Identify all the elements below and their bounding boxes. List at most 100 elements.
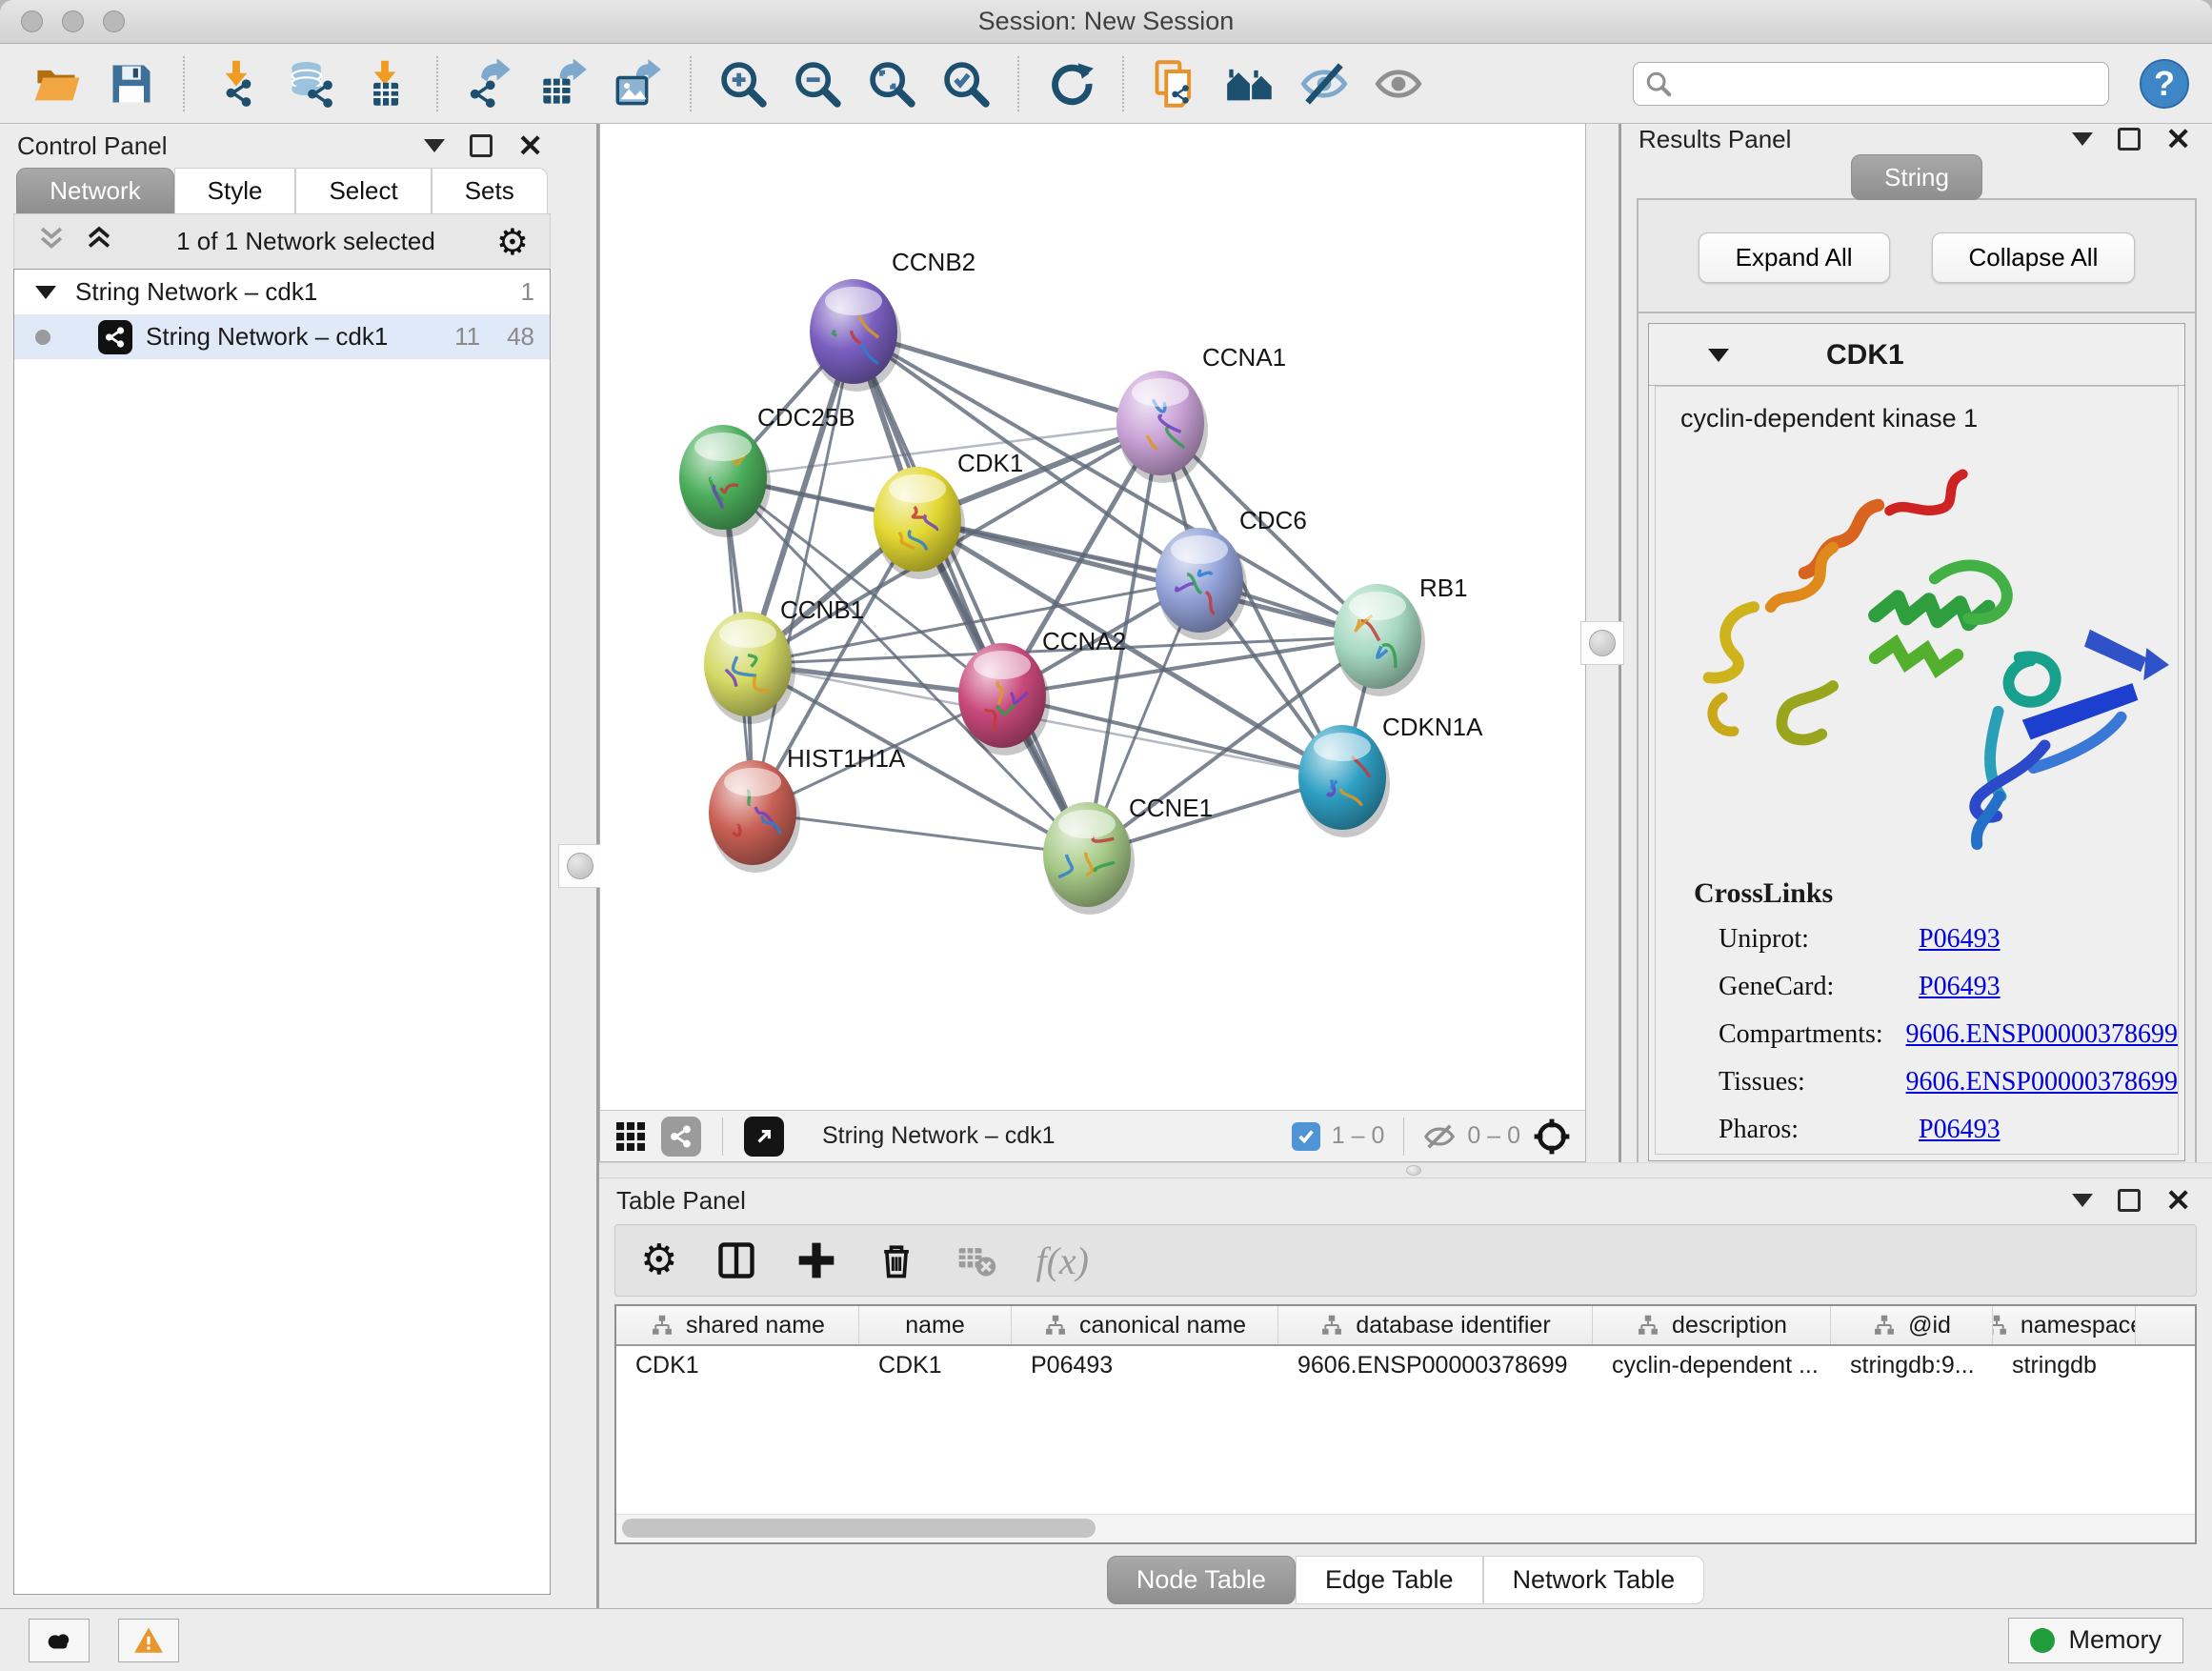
zoom-out-button[interactable] [783, 50, 852, 117]
save-session-button[interactable] [97, 50, 166, 117]
crosslink-value-link[interactable]: P06493 [1919, 1115, 2001, 1145]
table-cell[interactable]: CDK1 [616, 1346, 859, 1385]
close-panel-icon[interactable]: ✕ [517, 131, 543, 161]
table-horizontal-scrollbar[interactable] [616, 1514, 2195, 1542]
tab-select[interactable]: Select [295, 168, 431, 213]
warnings-button[interactable] [118, 1619, 179, 1662]
table-cell[interactable]: cyclin-dependent ... [1593, 1346, 1831, 1385]
export-network-button[interactable] [455, 50, 524, 117]
tab-sets[interactable]: Sets [432, 168, 548, 213]
network-node-cdkn1a[interactable]: CDKN1A [1298, 713, 1483, 837]
network-edge[interactable] [854, 332, 1087, 855]
column-header-namespace[interactable]: namespace [1993, 1306, 2136, 1344]
crosslink-label: Compartments: [1719, 1019, 1906, 1050]
network-graph[interactable]: CCNB2CCNA1CDC25BCDK1CDC6RB1CCNB1CCNA2CDK… [600, 124, 1585, 1105]
expand-all-button[interactable]: Expand All [1699, 232, 1890, 283]
network-edge[interactable] [753, 813, 1087, 855]
grid-view-icon[interactable] [613, 1119, 648, 1154]
control-panel-title: Control Panel [17, 131, 168, 161]
column-header--id[interactable]: @id [1831, 1306, 1993, 1344]
network-node-cdc25b[interactable]: CDC25B [679, 403, 855, 537]
birdseye-view-icon[interactable] [744, 1117, 784, 1157]
tab-network[interactable]: Network [16, 168, 173, 213]
network-node-hist1h1a[interactable]: HIST1H1A [709, 744, 906, 873]
memory-button[interactable]: Memory [2008, 1618, 2183, 1663]
memory-status-dot [2030, 1628, 2055, 1653]
duplicate-network-button[interactable] [1141, 50, 1210, 117]
collapse-all-button[interactable]: Collapse All [1932, 232, 2136, 283]
close-panel-icon[interactable]: ✕ [2165, 124, 2191, 154]
table-cell[interactable]: 9606.ENSP00000378699 [1278, 1346, 1593, 1385]
export-table-button[interactable] [530, 50, 598, 117]
show-columns-icon[interactable] [715, 1239, 757, 1281]
table-cell[interactable]: stringdb:9... [1831, 1346, 1993, 1385]
add-column-icon[interactable] [795, 1239, 837, 1281]
zoom-fit-button[interactable] [857, 50, 926, 117]
table-cell[interactable]: P06493 [1012, 1346, 1278, 1385]
help-button[interactable]: ? [2140, 59, 2189, 109]
search-box[interactable] [1633, 62, 2109, 106]
table-cell[interactable]: stringdb [1993, 1346, 2136, 1385]
show-all-button[interactable] [1364, 50, 1433, 117]
table-cell[interactable]: CDK1 [859, 1346, 1012, 1385]
tab-network-table[interactable]: Network Table [1483, 1556, 1705, 1604]
network-node-ccnb2[interactable]: CCNB2 [810, 248, 975, 392]
import-network-database-button[interactable] [276, 50, 345, 117]
table-row[interactable]: CDK1CDK1P064939606.ENSP00000378699cyclin… [616, 1346, 2195, 1385]
crosslink-value-link[interactable]: P06493 [1919, 972, 2001, 1002]
crosslink-row: Uniprot:P06493 [1656, 916, 2178, 963]
apply-layout-button[interactable] [1036, 50, 1105, 117]
table-options-gear-icon[interactable]: ⚙ [640, 1239, 677, 1281]
left-splitter[interactable] [564, 124, 596, 1608]
crosslink-value-link[interactable]: 9606.ENSP00000378699 [1906, 1067, 2178, 1097]
network-badge-icon[interactable] [661, 1117, 701, 1157]
crosslink-value-link[interactable]: P06493 [1919, 924, 2001, 955]
column-header-name[interactable]: name [859, 1306, 1012, 1344]
float-panel-icon[interactable] [2118, 128, 2141, 151]
panel-menu-icon[interactable] [424, 139, 445, 152]
close-panel-icon[interactable]: ✕ [2165, 1185, 2191, 1216]
scrollbar-thumb[interactable] [622, 1519, 1096, 1538]
search-icon [1645, 70, 1672, 97]
panel-menu-icon[interactable] [2072, 1194, 2093, 1207]
export-image-button[interactable] [604, 50, 673, 117]
zoom-selected-button[interactable] [932, 50, 1000, 117]
tab-string[interactable]: String [1851, 154, 1982, 200]
network-node-rb1[interactable]: RB1 [1334, 574, 1468, 696]
fit-selected-crosshair-icon[interactable] [1532, 1117, 1572, 1157]
hide-selected-button[interactable] [1290, 50, 1358, 117]
cloud-button[interactable] [29, 1619, 90, 1662]
column-header-description[interactable]: description [1593, 1306, 1831, 1344]
network-row[interactable]: String Network – cdk1 11 48 [14, 314, 550, 359]
tab-style[interactable]: Style [174, 168, 296, 213]
first-neighbors-button[interactable] [1216, 50, 1284, 117]
expand-all-networks-icon[interactable] [83, 222, 115, 261]
crosslink-value-link[interactable]: 9606.ENSP00000378699 [1906, 1019, 2178, 1050]
panel-menu-icon[interactable] [2072, 132, 2093, 146]
selected-checkbox-icon[interactable] [1292, 1122, 1320, 1151]
right-splitter[interactable] [1586, 124, 1619, 1162]
search-input[interactable] [1679, 70, 2097, 97]
delete-column-icon[interactable] [875, 1239, 917, 1281]
column-header-database-identifier[interactable]: database identifier [1278, 1306, 1593, 1344]
tree-expand-icon[interactable] [35, 286, 56, 299]
network-collection-row[interactable]: String Network – cdk1 1 [14, 270, 550, 314]
column-header-shared-name[interactable]: shared name [616, 1306, 859, 1344]
tab-node-table[interactable]: Node Table [1107, 1556, 1296, 1604]
collapse-all-networks-icon[interactable] [35, 222, 68, 261]
network-node-cdc6[interactable]: CDC6 [1156, 506, 1307, 640]
float-panel-icon[interactable] [2118, 1189, 2141, 1212]
tab-edge-table[interactable]: Edge Table [1296, 1556, 1483, 1604]
zoom-in-button[interactable] [709, 50, 777, 117]
collapse-gene-icon[interactable] [1708, 349, 1729, 362]
network-node-ccne1[interactable]: CCNE1 [1043, 794, 1213, 915]
horizontal-splitter[interactable] [599, 1162, 2212, 1178]
open-session-button[interactable] [23, 50, 91, 117]
float-panel-icon[interactable] [470, 134, 493, 157]
network-canvas[interactable]: CCNB2CCNA1CDC25BCDK1CDC6RB1CCNB1CCNA2CDK… [600, 124, 1585, 1110]
gene-card-header[interactable]: CDK1 [1649, 324, 2184, 386]
import-network-file-button[interactable] [202, 50, 271, 117]
network-options-gear-icon[interactable]: ⚙ [496, 224, 529, 260]
column-header-canonical-name[interactable]: canonical name [1012, 1306, 1278, 1344]
import-table-file-button[interactable] [351, 50, 419, 117]
